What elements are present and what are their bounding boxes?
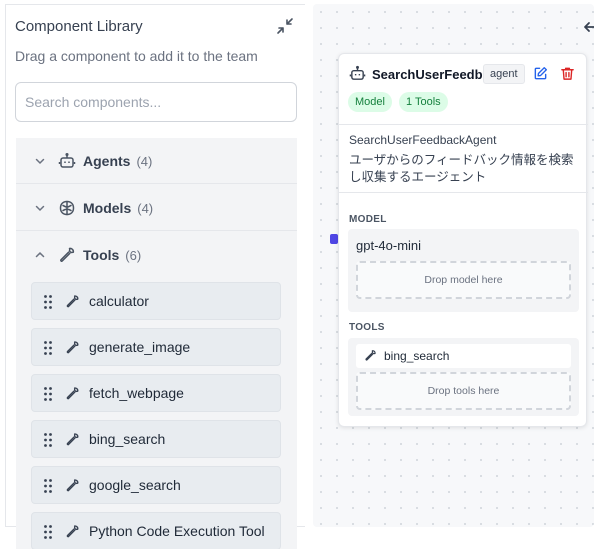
category-tools-count: (6) bbox=[125, 248, 142, 263]
agent-description: ユーザからのフィードバック情報を検索し収集するエージェント bbox=[349, 153, 574, 184]
agent-name: SearchUserFeedbackAgent bbox=[349, 133, 497, 147]
tools-section: bing_search Drop tools here bbox=[348, 338, 579, 416]
model-section-label: MODEL bbox=[349, 214, 387, 225]
drag-handle-icon[interactable] bbox=[43, 478, 53, 494]
tool-item-bing-search[interactable]: bing_search bbox=[31, 420, 281, 458]
category-tools[interactable]: Tools (6) bbox=[16, 232, 297, 278]
tools-section-label: TOOLS bbox=[349, 322, 385, 333]
bot-icon bbox=[349, 65, 366, 80]
tool-item-fetch-webpage[interactable]: fetch_webpage bbox=[31, 374, 281, 412]
bot-icon bbox=[58, 152, 76, 168]
wrench-icon bbox=[60, 247, 75, 262]
trash-icon[interactable] bbox=[560, 66, 575, 81]
model-pill: Model bbox=[348, 92, 392, 112]
wrench-icon bbox=[365, 350, 376, 361]
category-agents-count: (4) bbox=[136, 153, 153, 169]
attached-tool-label: bing_search bbox=[384, 349, 450, 363]
wrench-icon bbox=[66, 433, 79, 446]
brain-icon bbox=[59, 200, 75, 215]
category-models-label: Models bbox=[83, 199, 132, 216]
drag-handle-icon[interactable] bbox=[43, 524, 53, 540]
agent-node-header: SearchUserFeedb... agent Model 1 Tools bbox=[339, 54, 588, 124]
wrench-icon bbox=[66, 479, 79, 492]
model-section: gpt-4o-mini Drop model here bbox=[348, 229, 579, 312]
library-subtitle: Drag a component to add it to the team bbox=[15, 48, 258, 64]
category-models-count: (4) bbox=[137, 200, 154, 216]
tool-item-calculator[interactable]: calculator bbox=[31, 282, 281, 320]
category-list: Agents (4) Models (4) Tools (6) calculat… bbox=[16, 138, 297, 549]
search-input[interactable] bbox=[15, 82, 297, 122]
component-library-panel: Component Library Drag a component to ad… bbox=[5, 4, 305, 549]
tools-drop-text: Drop tools here bbox=[427, 385, 500, 397]
tool-item-generate-image[interactable]: generate_image bbox=[31, 328, 281, 366]
tool-item-label: generate_image bbox=[89, 339, 191, 355]
divider bbox=[339, 192, 588, 193]
chevron-up-icon bbox=[35, 251, 45, 258]
tool-item-label: Python Code Execution Tool bbox=[89, 523, 265, 539]
category-tools-label: Tools bbox=[83, 247, 120, 263]
edit-icon[interactable] bbox=[533, 66, 548, 81]
wrench-icon bbox=[66, 525, 79, 538]
tools-count-pill: 1 Tools bbox=[399, 92, 448, 112]
agent-node[interactable]: SearchUserFeedb... agent Model 1 Tools S… bbox=[338, 53, 588, 427]
drag-handle-icon[interactable] bbox=[43, 386, 53, 402]
tool-item-label: google_search bbox=[89, 477, 181, 493]
model-drop-text: Drop model here bbox=[424, 274, 503, 286]
tools-drop-zone[interactable]: Drop tools here bbox=[356, 372, 571, 410]
attached-tool[interactable]: bing_search bbox=[356, 344, 571, 368]
category-models[interactable]: Models (4) bbox=[16, 185, 297, 231]
wrench-icon bbox=[66, 295, 79, 308]
chevron-down-icon bbox=[35, 158, 45, 164]
tool-item-google-search[interactable]: google_search bbox=[31, 466, 281, 504]
category-agents-label: Agents bbox=[83, 152, 131, 169]
tool-item-label: fetch_webpage bbox=[89, 385, 184, 401]
library-title: Component Library bbox=[15, 18, 143, 35]
drag-handle-icon[interactable] bbox=[43, 294, 53, 310]
drag-handle-icon[interactable] bbox=[43, 432, 53, 448]
drag-handle-icon[interactable] bbox=[43, 340, 53, 356]
agent-node-title: SearchUserFeedb... bbox=[372, 67, 494, 82]
model-name: gpt-4o-mini bbox=[356, 238, 422, 253]
wrench-icon bbox=[66, 341, 79, 354]
collapse-icon[interactable] bbox=[276, 17, 294, 35]
model-drop-zone[interactable]: Drop model here bbox=[356, 261, 571, 299]
connection-handle[interactable] bbox=[330, 234, 338, 244]
arrow-left-icon[interactable] bbox=[582, 20, 594, 34]
tool-item-label: calculator bbox=[89, 293, 149, 309]
category-agents[interactable]: Agents (4) bbox=[16, 138, 297, 184]
wrench-icon bbox=[66, 387, 79, 400]
tool-item-label: bing_search bbox=[89, 431, 166, 447]
tool-item-python-code-execution[interactable]: Python Code Execution Tool bbox=[31, 512, 281, 549]
divider bbox=[339, 124, 588, 125]
chevron-down-icon bbox=[35, 205, 45, 211]
agent-type-badge: agent bbox=[483, 64, 525, 84]
